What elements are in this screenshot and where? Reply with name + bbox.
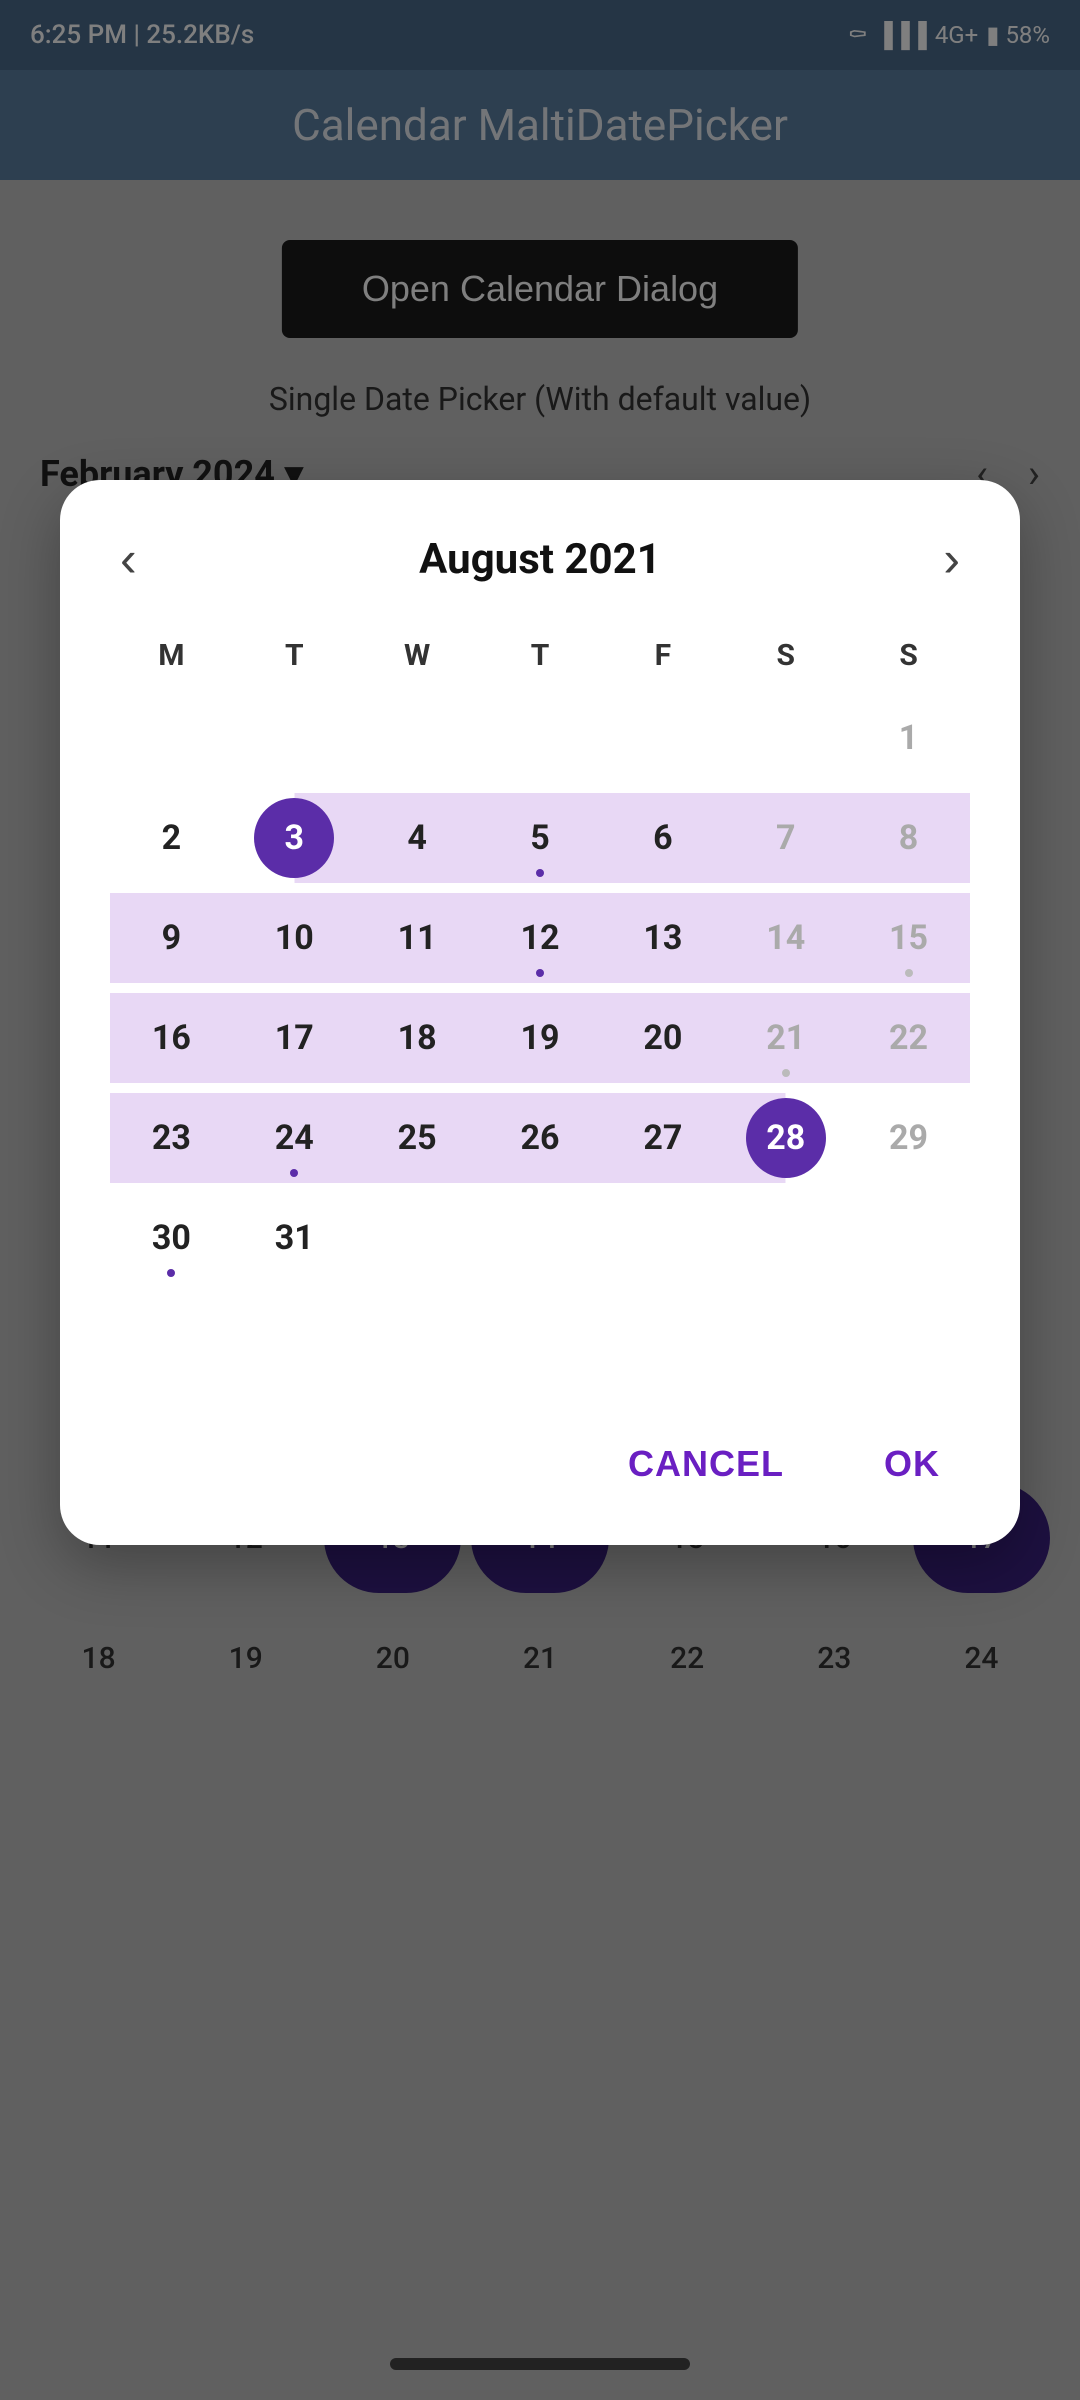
day-number: 17 xyxy=(254,998,334,1078)
day-number: 13 xyxy=(623,898,703,978)
weekday-label: T xyxy=(479,638,602,673)
cal-day-cell[interactable]: 18 xyxy=(356,993,479,1083)
cal-day-cell[interactable]: 26 xyxy=(479,1093,602,1183)
day-number: 5 xyxy=(500,798,580,878)
day-number: 4 xyxy=(377,798,457,878)
day-number: 31 xyxy=(254,1198,334,1278)
dialog-actions: CANCEL OK xyxy=(110,1423,970,1505)
cal-day-cell[interactable]: 14 xyxy=(724,893,847,983)
cal-day-cell[interactable]: 23 xyxy=(110,1093,233,1183)
next-month-button[interactable]: › xyxy=(933,530,970,588)
cal-day-cell[interactable]: 20 xyxy=(601,993,724,1083)
day-number: 22 xyxy=(869,998,949,1078)
cal-day-cell[interactable]: 1 xyxy=(847,693,970,783)
day-number: 2 xyxy=(131,798,211,878)
dialog-month-title: August 2021 xyxy=(419,535,661,584)
day-number: 30 xyxy=(131,1198,211,1278)
cal-day-cell xyxy=(479,693,602,783)
day-number: 25 xyxy=(377,1098,457,1178)
cal-day-cell[interactable]: 17 xyxy=(233,993,356,1083)
cal-day-cell[interactable]: 5 xyxy=(479,793,602,883)
day-number: 18 xyxy=(377,998,457,1078)
day-number: 29 xyxy=(869,1098,949,1178)
cal-day-cell[interactable]: 9 xyxy=(110,893,233,983)
day-number: 23 xyxy=(131,1098,211,1178)
cal-day-cell xyxy=(601,693,724,783)
day-number: 6 xyxy=(623,798,703,878)
cal-day-cell xyxy=(356,1193,479,1283)
event-dot xyxy=(536,969,544,977)
day-number: 12 xyxy=(500,898,580,978)
cancel-button[interactable]: CANCEL xyxy=(598,1423,814,1505)
cal-day-cell xyxy=(233,693,356,783)
day-number: 9 xyxy=(131,898,211,978)
weekday-label: M xyxy=(110,638,233,673)
day-number: 24 xyxy=(254,1098,334,1178)
event-dot xyxy=(905,969,913,977)
cal-day-cell[interactable]: 8 xyxy=(847,793,970,883)
cal-day-cell xyxy=(110,693,233,783)
cal-day-cell xyxy=(724,1193,847,1283)
cal-day-cell[interactable]: 16 xyxy=(110,993,233,1083)
cal-day-cell[interactable]: 7 xyxy=(724,793,847,883)
cal-day-cell xyxy=(479,1193,602,1283)
cal-day-cell xyxy=(110,1293,233,1383)
cal-day-cell[interactable]: 27 xyxy=(601,1093,724,1183)
cal-day-cell[interactable]: 24 xyxy=(233,1093,356,1183)
cal-weekdays: MTWTFSS xyxy=(110,638,970,673)
prev-month-button[interactable]: ‹ xyxy=(110,530,147,588)
day-number: 8 xyxy=(869,798,949,878)
day-number: 1 xyxy=(869,698,949,778)
home-indicator xyxy=(390,2358,690,2370)
weekday-label: W xyxy=(356,638,479,673)
cal-day-cell[interactable]: 22 xyxy=(847,993,970,1083)
day-number: 11 xyxy=(377,898,457,978)
weekday-label: S xyxy=(847,638,970,673)
cal-day-cell[interactable]: 25 xyxy=(356,1093,479,1183)
cal-day-cell[interactable]: 4 xyxy=(356,793,479,883)
day-number: 27 xyxy=(623,1098,703,1178)
cal-day-cell[interactable]: 19 xyxy=(479,993,602,1083)
weekday-label: S xyxy=(724,638,847,673)
day-number: 28 xyxy=(746,1098,826,1178)
day-number: 7 xyxy=(746,798,826,878)
cal-grid: 1234567891011121314151617181920212223242… xyxy=(110,693,970,1383)
day-number: 19 xyxy=(500,998,580,1078)
cal-day-cell[interactable]: 3 xyxy=(233,793,356,883)
day-number: 15 xyxy=(869,898,949,978)
event-dot xyxy=(536,869,544,877)
cal-day-cell[interactable]: 13 xyxy=(601,893,724,983)
cal-day-cell[interactable]: 30 xyxy=(110,1193,233,1283)
weekday-label: F xyxy=(601,638,724,673)
cal-day-cell[interactable]: 28 xyxy=(724,1093,847,1183)
cal-day-cell[interactable]: 12 xyxy=(479,893,602,983)
cal-day-cell xyxy=(847,1193,970,1283)
day-number: 16 xyxy=(131,998,211,1078)
cal-day-cell[interactable]: 11 xyxy=(356,893,479,983)
day-number: 14 xyxy=(746,898,826,978)
day-number: 26 xyxy=(500,1098,580,1178)
cal-day-cell[interactable]: 15 xyxy=(847,893,970,983)
cal-day-cell xyxy=(356,693,479,783)
day-number: 20 xyxy=(623,998,703,1078)
day-number: 10 xyxy=(254,898,334,978)
cal-day-cell[interactable]: 29 xyxy=(847,1093,970,1183)
weekday-label: T xyxy=(233,638,356,673)
dialog-header: ‹ August 2021 › xyxy=(110,530,970,588)
cal-day-cell[interactable]: 10 xyxy=(233,893,356,983)
cal-day-cell xyxy=(724,693,847,783)
cal-day-cell[interactable]: 21 xyxy=(724,993,847,1083)
day-number: 3 xyxy=(254,798,334,878)
cal-day-cell[interactable]: 6 xyxy=(601,793,724,883)
event-dot xyxy=(782,1069,790,1077)
cal-day-cell[interactable]: 31 xyxy=(233,1193,356,1283)
ok-button[interactable]: OK xyxy=(854,1423,970,1505)
cal-day-cell xyxy=(601,1193,724,1283)
day-number: 21 xyxy=(746,998,826,1078)
cal-day-cell[interactable]: 2 xyxy=(110,793,233,883)
calendar-dialog: ‹ August 2021 › MTWTFSS 1234567891011121… xyxy=(60,480,1020,1545)
